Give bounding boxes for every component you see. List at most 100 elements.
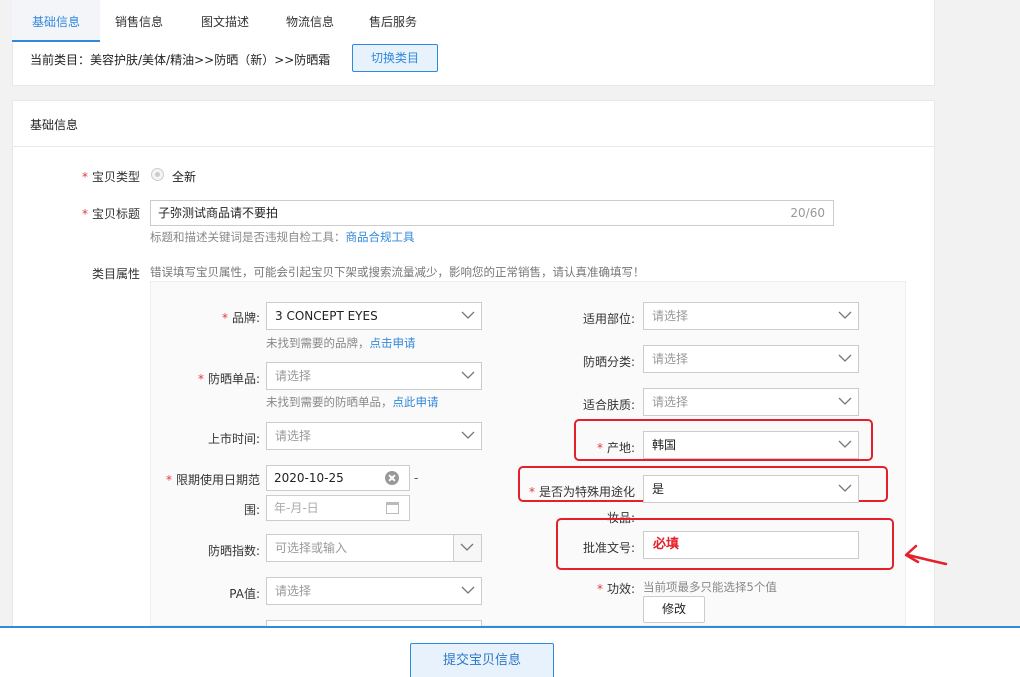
spf-dropdown-button[interactable] [453, 535, 481, 561]
title-char-counter: 20/60 [790, 206, 825, 220]
approval-number-input[interactable]: 必填 [643, 531, 859, 559]
chevron-down-icon [461, 310, 475, 322]
tab-sales-info[interactable]: 销售信息 [100, 0, 178, 42]
tab-description[interactable]: 图文描述 [185, 0, 265, 42]
switch-category-button[interactable]: 切换类目 [352, 44, 438, 72]
title-hint: 标题和描述关键词是否违规自检工具：商品合规工具 [150, 229, 415, 245]
origin-label: * 产地: [535, 439, 635, 456]
chevron-down-icon [460, 542, 474, 554]
pa-label: PA值: [229, 587, 260, 601]
chevron-down-icon [461, 430, 475, 442]
spf-label: 防晒指数: [207, 544, 260, 558]
expiry-end-placeholder: 年-月-日 [274, 501, 319, 515]
item-title-label-text: 宝贝标题 [91, 207, 140, 221]
approval-value: 必填 [653, 537, 680, 552]
required-mark: * [81, 207, 88, 221]
tab-basic-info[interactable]: 基础信息 [12, 0, 100, 42]
pa-select[interactable]: 请选择 [266, 577, 482, 605]
tab-after-sales[interactable]: 售后服务 [353, 0, 433, 42]
clear-icon[interactable] [385, 471, 399, 485]
brand-hint-text: 未找到需要的品牌， [266, 336, 370, 350]
compliance-tool-link[interactable]: 商品合规工具 [346, 230, 415, 244]
sunscreen-item-placeholder: 请选择 [275, 369, 312, 383]
brand-label: * 品牌: [160, 309, 260, 326]
required-mark: * [221, 311, 228, 325]
sunscreen-item-hint-text: 未找到需要的防晒单品， [266, 395, 393, 409]
spf-placeholder: 可选择或输入 [275, 541, 348, 555]
expiry-label-continued: 围: [243, 503, 260, 517]
calendar-icon [386, 502, 399, 514]
attributes-warning: 错误填写宝贝属性，可能会引起宝贝下架或搜索流量减少，影响您的正常销售，请认真准确… [150, 265, 645, 279]
required-mark: * [81, 170, 88, 184]
body-part-placeholder: 请选择 [652, 309, 689, 323]
chevron-down-icon [838, 483, 852, 495]
tab-logistics[interactable]: 物流信息 [270, 0, 350, 42]
sunscreen-category-placeholder: 请选择 [652, 352, 689, 366]
new-radio[interactable] [151, 168, 164, 181]
origin-label-text: 产地: [606, 441, 635, 455]
current-category: 当前类目：美容护肤/美体/精油>>防晒（新）>>防晒霜 [30, 53, 331, 67]
efficacy-hint: 当前项最多只能选择5个值 [643, 580, 777, 594]
skin-type-placeholder: 请选择 [652, 395, 689, 409]
launch-time-label: 上市时间: [207, 432, 260, 446]
special-use-select[interactable]: 是 [643, 475, 859, 503]
item-title-value: 子弥测试商品请不要拍 [158, 206, 279, 220]
expiry-start-date[interactable]: 2020-10-25 [266, 465, 410, 491]
origin-select[interactable]: 韩国 [643, 431, 859, 459]
body-part-label: 适用部位: [582, 312, 635, 326]
item-title-input[interactable]: 子弥测试商品请不要拍 20/60 [150, 200, 834, 226]
chevron-down-icon [838, 396, 852, 408]
submit-button[interactable]: 提交宝贝信息 [410, 643, 554, 677]
pa-placeholder: 请选择 [275, 584, 312, 598]
apply-sunscreen-item-link[interactable]: 点此申请 [393, 395, 439, 409]
chevron-down-icon [461, 370, 475, 382]
sunscreen-category-select[interactable]: 请选择 [643, 345, 859, 373]
body-part-select[interactable]: 请选择 [643, 302, 859, 330]
annotation-arrow-icon [904, 544, 948, 566]
chevron-down-icon [838, 310, 852, 322]
sunscreen-item-label-text: 防晒单品: [207, 372, 260, 386]
sunscreen-item-label: * 防晒单品: [160, 370, 260, 387]
required-mark: * [165, 473, 172, 487]
divider [13, 146, 934, 147]
expiry-label-text: 限期使用日期范 [175, 473, 260, 487]
expiry-end-date[interactable]: 年-月-日 [266, 495, 410, 521]
chevron-down-icon [461, 585, 475, 597]
apply-brand-link[interactable]: 点击申请 [370, 336, 416, 350]
efficacy-label: * 功效: [535, 580, 635, 597]
chevron-down-icon [838, 439, 852, 451]
brand-hint: 未找到需要的品牌，点击申请 [266, 335, 416, 351]
required-mark: * [197, 372, 204, 386]
skin-type-select[interactable]: 请选择 [643, 388, 859, 416]
tab-bar: 基础信息 销售信息 图文描述 物流信息 售后服务 [12, 0, 935, 42]
item-type-label-text: 宝贝类型 [91, 170, 140, 184]
chevron-down-icon [838, 353, 852, 365]
required-mark: * [596, 582, 603, 596]
title-hint-text: 标题和描述关键词是否违规自检工具： [150, 230, 346, 244]
launch-time-placeholder: 请选择 [275, 429, 312, 443]
required-mark: * [596, 441, 603, 455]
special-use-value: 是 [652, 482, 665, 496]
brand-label-text: 品牌: [231, 311, 260, 325]
section-title: 基础信息 [30, 118, 79, 132]
attributes-label: 类目属性 [91, 267, 140, 281]
required-mark: * [528, 485, 535, 499]
expiry-label: * 限期使用日期范 [150, 471, 260, 488]
item-title-label: * 宝贝标题 [60, 205, 140, 222]
brand-select[interactable]: 3 CONCEPT EYES [266, 302, 482, 330]
skin-type-label: 适合肤质: [582, 398, 635, 412]
brand-value: 3 CONCEPT EYES [275, 309, 378, 323]
spf-combobox[interactable]: 可选择或输入 [266, 534, 482, 562]
expiry-start-value: 2020-10-25 [274, 471, 344, 485]
efficacy-modify-button[interactable]: 修改 [643, 596, 705, 623]
sunscreen-item-hint: 未找到需要的防晒单品，点此申请 [266, 394, 439, 410]
approval-label: 批准文号: [582, 541, 635, 555]
origin-value: 韩国 [652, 438, 677, 452]
special-use-label: * 是否为特殊用途化 [520, 483, 635, 500]
item-type-label: * 宝贝类型 [60, 168, 140, 185]
special-use-label-text: 是否为特殊用途化 [538, 485, 635, 499]
new-radio-label: 全新 [172, 170, 197, 184]
sunscreen-item-select[interactable]: 请选择 [266, 362, 482, 390]
sunscreen-category-label: 防晒分类: [582, 355, 635, 369]
launch-time-select[interactable]: 请选择 [266, 422, 482, 450]
